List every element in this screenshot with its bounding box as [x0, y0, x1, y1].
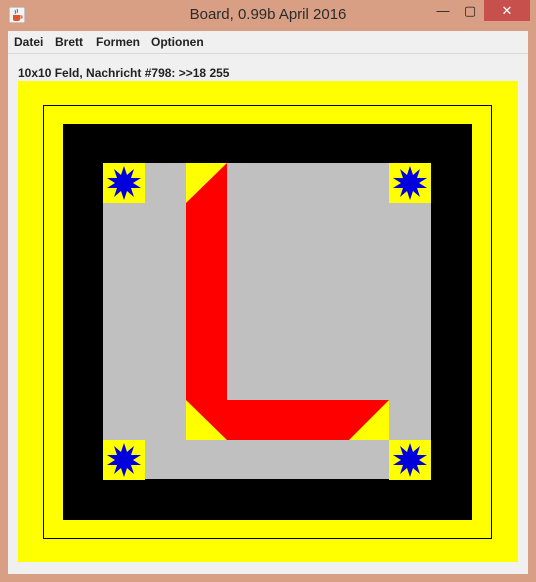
menu-optionen[interactable]: Optionen	[151, 35, 204, 49]
board-frame	[63, 124, 472, 520]
menu-formen[interactable]: Formen	[96, 35, 140, 49]
close-button[interactable]: ✕	[484, 0, 530, 21]
board-canvas[interactable]	[63, 124, 472, 520]
client-area: Datei Brett Formen Optionen 10x10 Feld, …	[8, 31, 528, 574]
status-message: 10x10 Feld, Nachricht #798: >>18 255	[18, 66, 230, 80]
app-window: Board, 0.99b April 2016 — ▢ ✕ Datei Bret…	[0, 0, 536, 582]
menu-datei[interactable]: Datei	[14, 35, 43, 49]
maximize-button[interactable]: ▢	[457, 0, 483, 21]
title-bar[interactable]: Board, 0.99b April 2016 — ▢ ✕	[0, 0, 536, 31]
board-background[interactable]	[18, 81, 518, 562]
menu-brett[interactable]: Brett	[55, 35, 83, 49]
menu-bar: Datei Brett Formen Optionen	[8, 31, 528, 54]
minimize-button[interactable]: —	[430, 0, 456, 21]
